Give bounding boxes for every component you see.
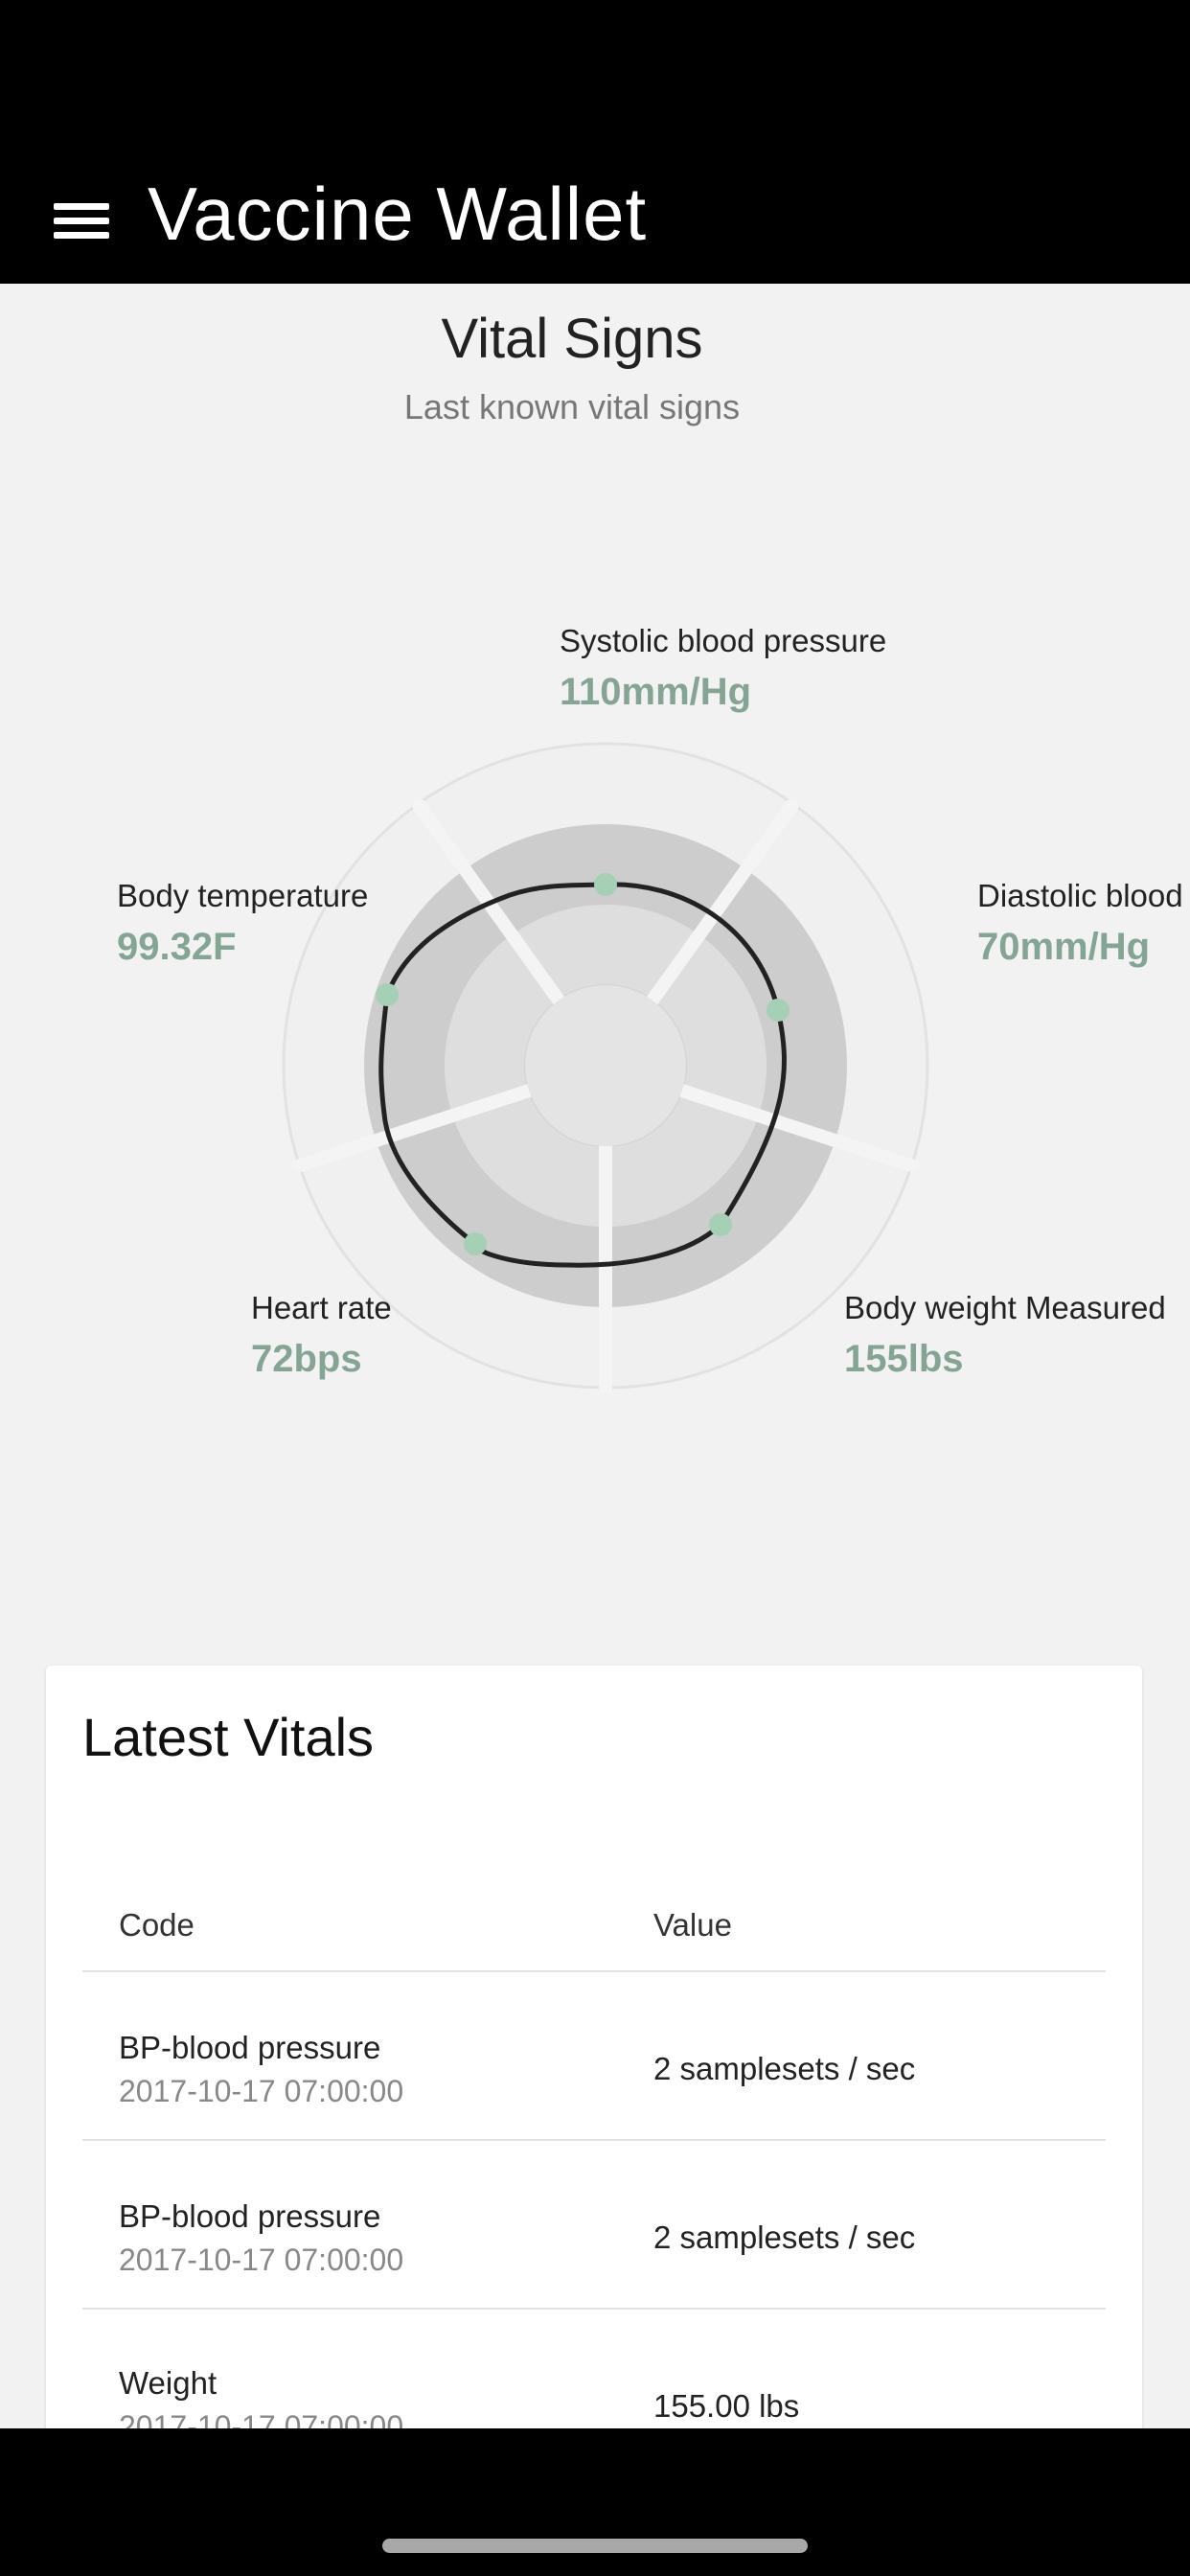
- body-temperature-label: Body temperature: [117, 878, 369, 913]
- center-overlay: [525, 985, 686, 1146]
- data-point-heart-rate: [464, 1232, 487, 1255]
- row-value: 2 samplesets / sec: [653, 2051, 916, 2086]
- body-weight-label: Body weight Measured: [844, 1290, 1166, 1325]
- row-date: 2017-10-17 07:00:00: [119, 2074, 404, 2108]
- row-date: 2017-10-17 07:00:00: [119, 2409, 404, 2428]
- latest-vitals-title: Latest Vitals: [82, 1707, 375, 1767]
- systolic-value: 110mm/Hg: [560, 671, 752, 713]
- diastolic-label: Diastolic blood: [977, 878, 1183, 913]
- header-divider: [82, 1970, 1106, 1972]
- row-value: 155.00 lbs: [653, 2388, 800, 2424]
- body-weight-value: 155lbs: [844, 1338, 964, 1380]
- heart-rate-label: Heart rate: [251, 1290, 392, 1325]
- data-point-temperature: [376, 983, 399, 1006]
- diastolic-value: 70mm/Hg: [977, 926, 1151, 968]
- data-point-weight: [709, 1213, 732, 1236]
- column-header-code: Code: [119, 1907, 195, 1943]
- systolic-label: Systolic blood pressure: [560, 623, 887, 658]
- app-bar: Vaccine Wallet: [0, 144, 1190, 284]
- row-code: Weight: [119, 2365, 217, 2401]
- main-content: Vital Signs Last known vital signs Systo…: [0, 284, 1190, 2428]
- body-temperature-value: 99.32F: [117, 926, 237, 968]
- status-bar: [0, 0, 1190, 144]
- data-point-systolic: [594, 873, 617, 896]
- row-date: 2017-10-17 07:00:00: [119, 2242, 404, 2277]
- app-title: Vaccine Wallet: [148, 172, 648, 256]
- hamburger-menu-icon[interactable]: [54, 199, 111, 242]
- row-divider: [82, 2308, 1106, 2310]
- heart-rate-value: 72bps: [251, 1338, 362, 1380]
- row-code: BP-blood pressure: [119, 2198, 381, 2234]
- data-point-diastolic: [767, 999, 790, 1022]
- bottom-bar: [0, 2428, 1190, 2576]
- row-value: 2 samplesets / sec: [653, 2220, 916, 2255]
- vital-signs-radial-chart: [282, 742, 929, 1394]
- row-code: BP-blood pressure: [119, 2030, 381, 2065]
- home-indicator[interactable]: [382, 2539, 808, 2553]
- row-divider: [82, 2139, 1106, 2141]
- latest-vitals-card: Latest Vitals Code Value BP-blood pressu…: [46, 1666, 1142, 2428]
- column-header-value: Value: [653, 1907, 732, 1943]
